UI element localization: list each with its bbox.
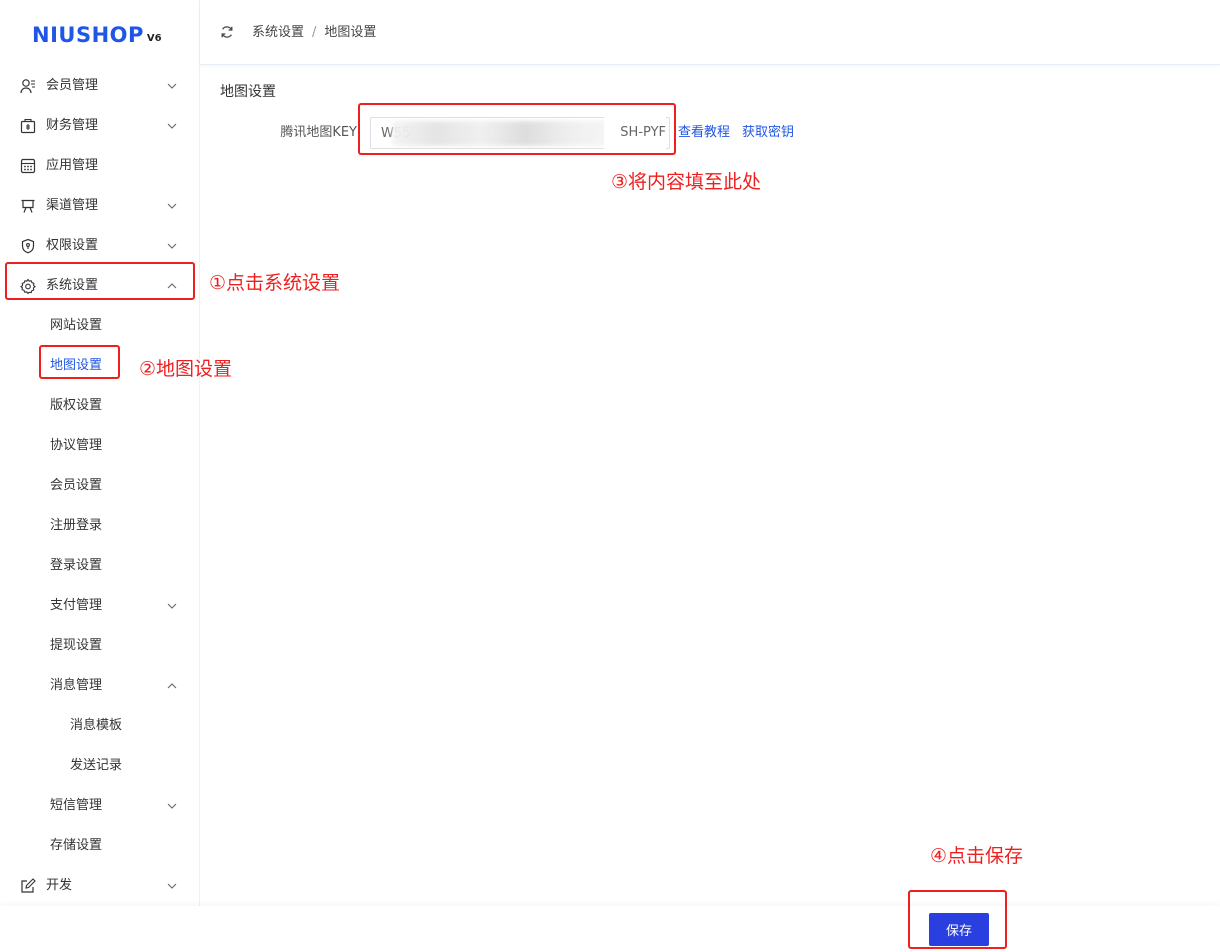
sidebar-item-register-login[interactable]: 注册登录 (0, 506, 199, 546)
shield-icon (21, 238, 35, 254)
sidebar-item-label: 登录设置 (50, 558, 103, 573)
sidebar-item-channel[interactable]: 渠道管理 (0, 186, 199, 226)
sidebar-item-withdraw[interactable]: 提现设置 (0, 626, 199, 666)
chevron-down-icon (167, 243, 177, 249)
breadcrumb-parent[interactable]: 系统设置 (252, 25, 304, 40)
sidebar-item-label: 版权设置 (50, 398, 103, 413)
chevron-down-icon (167, 203, 177, 209)
logo[interactable]: NIUSHOP V6 (32, 20, 162, 48)
grid-icon (20, 158, 36, 174)
refresh-icon[interactable] (220, 25, 234, 39)
sidebar-item-label: 会员设置 (50, 478, 103, 493)
sidebar-item-label: 协议管理 (50, 438, 103, 453)
footer-bar (0, 906, 1220, 952)
breadcrumb: 系统设置 / 地图设置 (252, 0, 376, 66)
sidebar-item-label: 网站设置 (50, 318, 103, 333)
breadcrumb-separator: / (312, 25, 317, 40)
breadcrumb-current: 地图设置 (324, 25, 377, 40)
sidebar-item-message[interactable]: 消息管理 (0, 666, 199, 706)
chevron-down-icon (167, 803, 177, 809)
sidebar-item-label: 消息模板 (70, 718, 123, 733)
sidebar-item-message-template[interactable]: 消息模板 (0, 706, 199, 746)
logo-brand: NIUSHOP (32, 23, 144, 47)
page-title: 地图设置 (220, 84, 276, 100)
sidebar-item-finance[interactable]: 财务管理 (0, 106, 199, 146)
sidebar-item-login-settings[interactable]: 登录设置 (0, 546, 199, 586)
annotation-step4: ④点击保存 (930, 845, 1024, 867)
chevron-down-icon (167, 603, 177, 609)
sidebar-item-permission[interactable]: 权限设置 (0, 226, 199, 266)
sidebar-item-label: 会员管理 (46, 78, 99, 93)
sidebar-item-label: 提现设置 (50, 638, 103, 653)
annotation-box-input (358, 103, 676, 155)
sidebar-item-label: 渠道管理 (46, 198, 99, 213)
sidebar-item-storage[interactable]: 存储设置 (0, 826, 199, 866)
sidebar-item-label: 发送记录 (70, 758, 123, 773)
annotation-step2: ②地图设置 (139, 358, 233, 380)
sidebar-item-label: 权限设置 (46, 238, 99, 253)
get-key-link[interactable]: 获取密钥 (742, 123, 794, 143)
sidebar-item-label: 短信管理 (50, 798, 103, 813)
sidebar-item-label: 存储设置 (50, 838, 103, 853)
sidebar-item-payment[interactable]: 支付管理 (0, 586, 199, 626)
chevron-down-icon (167, 123, 177, 129)
sidebar-item-send-log[interactable]: 发送记录 (0, 746, 199, 786)
sidebar-item-member-settings[interactable]: 会员设置 (0, 466, 199, 506)
annotation-step1: ①点击系统设置 (209, 272, 341, 294)
sidebar-item-label: 消息管理 (50, 678, 103, 693)
chevron-down-icon (167, 883, 177, 889)
map-key-label: 腾讯地图KEY (280, 125, 357, 140)
top-header: 系统设置 / 地图设置 (200, 0, 1220, 65)
annotation-step3: ③将内容填至此处 (611, 171, 762, 193)
sidebar-item-label: 应用管理 (46, 158, 99, 173)
wallet-icon (20, 118, 36, 134)
annotation-box-map-settings (39, 345, 120, 379)
sidebar-item-develop[interactable]: 开发 (0, 866, 199, 906)
sidebar-item-member[interactable]: 会员管理 (0, 66, 199, 106)
view-tutorial-link[interactable]: 查看教程 (678, 123, 730, 143)
sidebar-menu: 会员管理 财务管理 应用管理 渠道管理 权限设置 系统设置 网站设置 地图设置 … (0, 66, 199, 906)
chevron-up-icon (167, 683, 177, 689)
annotation-box-save (908, 890, 1007, 949)
sidebar-item-sms[interactable]: 短信管理 (0, 786, 199, 826)
edit-icon (21, 878, 36, 893)
sidebar-item-label: 支付管理 (50, 598, 103, 613)
sidebar-item-label: 财务管理 (46, 118, 99, 133)
sidebar: NIUSHOP V6 会员管理 财务管理 应用管理 渠道管理 权限设置 系统设置… (0, 0, 200, 906)
sidebar-item-label: 开发 (46, 878, 73, 893)
sidebar-item-copyright-settings[interactable]: 版权设置 (0, 386, 199, 426)
user-icon (20, 79, 35, 94)
sidebar-item-agreement[interactable]: 协议管理 (0, 426, 199, 466)
sidebar-item-apps[interactable]: 应用管理 (0, 146, 199, 186)
sidebar-item-site-settings[interactable]: 网站设置 (0, 306, 199, 346)
chevron-down-icon (167, 83, 177, 89)
sidebar-item-label: 注册登录 (50, 518, 103, 533)
annotation-box-system-settings (5, 262, 195, 300)
logo-version: V6 (146, 33, 162, 44)
display-icon (21, 199, 35, 213)
